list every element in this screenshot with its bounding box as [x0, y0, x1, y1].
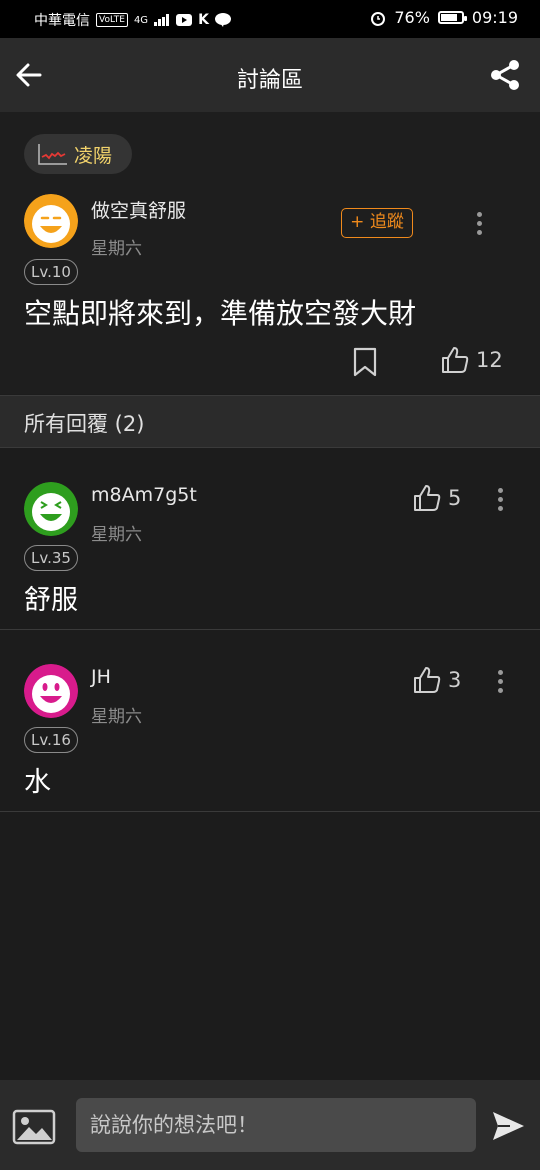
- clock: 09:19: [471, 8, 518, 27]
- avatar[interactable]: [24, 664, 78, 718]
- carrier-label: 中華電信: [34, 13, 90, 29]
- author-name[interactable]: 做空真舒服: [91, 196, 186, 223]
- more-options-icon[interactable]: [474, 212, 484, 238]
- comment-input[interactable]: [76, 1098, 476, 1152]
- app-bar: 討論區: [0, 38, 540, 112]
- more-options-icon[interactable]: [495, 670, 505, 696]
- replies-header: 所有回覆 (2): [0, 395, 540, 448]
- like-button[interactable]: 3: [412, 665, 461, 695]
- volte-badge: VoLTE: [96, 13, 128, 27]
- reply-author[interactable]: m8Am7g5t: [91, 484, 197, 506]
- stock-tag-label: 凌陽: [74, 144, 113, 167]
- battery-icon: [437, 11, 467, 24]
- original-post: 凌陽 做空真舒服 星期六 Lv.10 + 追蹤 空點即將來到，準備放空發大財 1…: [0, 112, 540, 394]
- image-icon[interactable]: [12, 1109, 56, 1145]
- like-button[interactable]: 12: [440, 345, 503, 375]
- line-icon: [214, 13, 231, 27]
- level-badge: Lv.16: [24, 727, 78, 753]
- like-count: 12: [476, 348, 503, 372]
- youtube-icon: [176, 14, 193, 26]
- network-label: 4G: [133, 14, 149, 26]
- thumbs-up-icon: [414, 485, 441, 511]
- like-button[interactable]: 5: [412, 483, 461, 513]
- reply-date: 星期六: [91, 525, 142, 545]
- status-bar: 中華電信 VoLTE 4G K 76% 09:19: [0, 0, 540, 38]
- reply-item: m8Am7g5t 星期六 Lv.35 5 舒服: [0, 448, 540, 630]
- level-badge: Lv.10: [24, 259, 78, 285]
- replies-count-label: 所有回覆 (2): [24, 412, 145, 436]
- post-date: 星期六: [91, 239, 142, 259]
- page-title: 討論區: [236, 68, 303, 93]
- like-count: 5: [448, 486, 462, 510]
- reply-date: 星期六: [91, 707, 142, 727]
- reply-content: 舒服: [24, 585, 78, 616]
- level-badge: Lv.35: [24, 545, 78, 571]
- thumbs-up-icon: [442, 347, 469, 373]
- reply-content: 水: [24, 767, 51, 798]
- thumbs-up-icon: [414, 667, 441, 693]
- like-count: 3: [448, 668, 462, 692]
- k-app-icon: K: [198, 12, 209, 28]
- reply-author[interactable]: JH: [91, 666, 111, 688]
- stock-tag[interactable]: 凌陽: [24, 134, 132, 174]
- composer-bar: [0, 1080, 540, 1170]
- stock-chart-icon: [38, 144, 67, 165]
- follow-button[interactable]: + 追蹤: [341, 208, 413, 238]
- more-options-icon[interactable]: [495, 488, 505, 514]
- avatar[interactable]: [24, 482, 78, 536]
- post-content: 空點即將來到，準備放空發大財: [24, 297, 417, 330]
- battery-percent: 76%: [394, 8, 430, 27]
- signal-icon: [154, 14, 170, 26]
- avatar[interactable]: [24, 194, 78, 248]
- alarm-icon: [371, 11, 386, 26]
- reply-item: JH 星期六 Lv.16 3 水: [0, 630, 540, 812]
- share-icon[interactable]: [488, 58, 522, 92]
- send-icon[interactable]: [490, 1108, 526, 1144]
- bookmark-icon[interactable]: [352, 347, 378, 377]
